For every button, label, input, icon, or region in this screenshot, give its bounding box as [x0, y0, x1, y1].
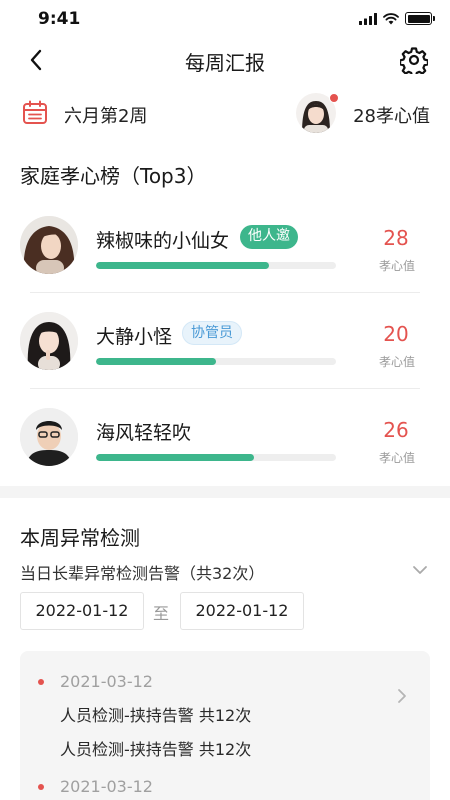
progress-bar [96, 454, 336, 461]
chevron-right-icon[interactable] [394, 688, 410, 704]
ranking-item[interactable]: 辣椒味的小仙女 他人邀 28 孝心值 [0, 216, 450, 312]
status-icons [359, 12, 435, 25]
week-label: 六月第2周 [64, 106, 148, 127]
avatar-image [20, 312, 78, 370]
score-unit: 孝心值 [378, 355, 415, 369]
chevron-down-icon [413, 566, 427, 574]
section-separator [0, 486, 450, 498]
progress-fill [96, 262, 269, 269]
gear-icon [400, 47, 428, 74]
member-avatar [20, 408, 78, 466]
divider [30, 292, 420, 293]
member-tag: 他人邀 [240, 225, 298, 249]
end-date-field[interactable]: 2022-01-12 [180, 592, 304, 630]
member-avatar [20, 312, 78, 370]
detection-subtitle: 当日长辈异常检测告警（共32次） [20, 564, 265, 583]
avatar-image [20, 216, 78, 274]
record-date: 2021-03-12 [60, 777, 153, 796]
record-line: 人员检测-挟持告警 共12次 [60, 706, 252, 725]
member-name: 海风轻轻吹 [96, 422, 192, 444]
week-summary: 六月第2周 28孝心值 [0, 90, 450, 136]
record-line: 人员检测-挟持告警 共12次 [60, 740, 252, 759]
date-separator: 至 [153, 604, 170, 623]
progress-fill [96, 358, 216, 365]
timeline-dot [38, 679, 44, 685]
start-date-field[interactable]: 2022-01-12 [20, 592, 144, 630]
member-tag: 协管员 [182, 321, 242, 345]
week-score: 28孝心值 [353, 106, 430, 127]
score-unit: 孝心值 [378, 259, 415, 273]
settings-button[interactable] [398, 44, 430, 76]
battery-icon [405, 12, 435, 25]
page-title: 每周汇报 [185, 51, 265, 75]
score-unit: 孝心值 [378, 451, 415, 465]
signal-icon [359, 12, 377, 25]
avatar-image [20, 408, 78, 466]
calendar-icon [23, 100, 47, 124]
ranking-item[interactable]: 大静小怪 协管员 20 孝心值 [0, 312, 450, 408]
status-time: 9:41 [38, 9, 81, 29]
member-name: 辣椒味的小仙女 [96, 230, 230, 252]
member-score: 26 [383, 418, 409, 442]
divider [30, 388, 420, 389]
progress-fill [96, 454, 255, 461]
member-score: 28 [383, 226, 409, 250]
user-avatar[interactable] [296, 93, 339, 133]
member-score: 20 [383, 322, 409, 346]
record-list: 2021-03-12 人员检测-挟持告警 共12次 人员检测-挟持告警 共12次… [20, 651, 430, 800]
member-name: 大静小怪 [96, 326, 173, 348]
record-date: 2021-03-12 [60, 672, 153, 691]
expand-button[interactable] [410, 560, 430, 580]
detection-title: 本周异常检测 [20, 526, 140, 550]
progress-bar [96, 262, 336, 269]
ranking-title: 家庭孝心榜（Top3） [20, 164, 207, 188]
nav-bar: 每周汇报 [0, 40, 450, 80]
progress-bar [96, 358, 336, 365]
wifi-icon [383, 12, 399, 24]
notification-dot [329, 93, 339, 103]
timeline-dot [38, 784, 44, 790]
member-avatar [20, 216, 78, 274]
status-bar: 9:41 [0, 0, 450, 40]
